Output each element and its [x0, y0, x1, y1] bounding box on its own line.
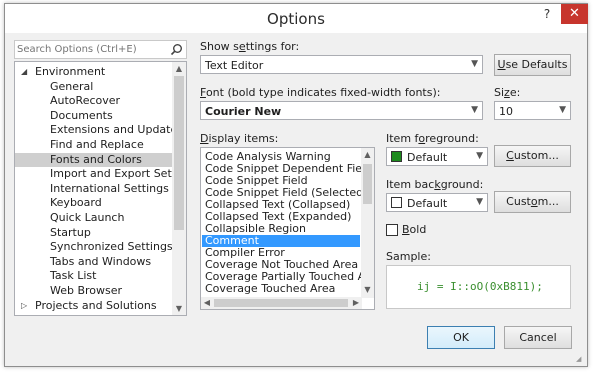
list-vscroll-thumb[interactable] [363, 164, 372, 204]
tree-item[interactable]: Tabs and Windows [15, 255, 173, 270]
close-button[interactable]: ✕ [561, 4, 588, 24]
list-horizontal-scrollbar[interactable]: ◀ ▶ [201, 297, 362, 309]
title-bar[interactable]: Options ? ✕ [5, 4, 588, 34]
options-dialog: Options ? ✕ ◢ EnvironmentGeneralAutoRecov… [4, 3, 588, 367]
show-settings-combo[interactable]: Text Editor ▼ [200, 55, 483, 74]
foreground-color-swatch [391, 151, 402, 162]
tree-item-label: Find and Replace [50, 138, 144, 151]
collapse-arrow-icon[interactable]: ◢ [21, 65, 27, 80]
sample-text: ij = I::oO(0xB811); [417, 280, 543, 293]
tree-item[interactable]: Fonts and Colors [15, 152, 173, 168]
background-color-swatch [391, 197, 402, 208]
search-icon[interactable] [170, 43, 183, 56]
foreground-custom-button[interactable]: Custom... [494, 145, 571, 167]
expand-arrow-icon[interactable]: ▷ [21, 299, 27, 314]
item-foreground-value: Default [407, 151, 448, 164]
tree-item-label: Import and Export Settings [50, 167, 187, 181]
scroll-down-icon[interactable]: ▼ [172, 304, 186, 313]
tree-item-label: Documents [50, 108, 113, 122]
chevron-down-icon[interactable]: ▼ [476, 197, 483, 207]
font-label: Font (bold type indicates fixed-width fo… [200, 86, 441, 99]
tree-item-label: Tabs and Windows [50, 254, 152, 268]
size-combo[interactable]: 10 ▼ [494, 101, 571, 120]
tree-scrollbar[interactable]: ▲ ▼ [172, 62, 186, 315]
tree-item-label: Web Browser [50, 284, 123, 297]
chevron-down-icon[interactable]: ▼ [476, 151, 483, 161]
size-label: Size: [494, 86, 521, 99]
item-background-combo[interactable]: Default ▼ [386, 193, 488, 212]
show-settings-value: Text Editor [205, 59, 264, 72]
chevron-down-icon[interactable]: ▼ [559, 105, 566, 115]
tree-item-label: Startup [50, 225, 91, 239]
font-combo[interactable]: Courier New ▼ [200, 101, 483, 120]
tree-item[interactable]: AutoRecover [15, 94, 173, 109]
tree-item[interactable]: Quick Launch [15, 211, 173, 226]
search-input-box[interactable] [14, 40, 187, 59]
resize-grip-icon[interactable]: ◢ [576, 355, 584, 363]
sample-preview: ij = I::oO(0xB811); [386, 265, 571, 309]
tree-item-label: Projects and Solutions [35, 298, 157, 312]
font-value: Courier New [205, 105, 282, 118]
item-foreground-label: Item foreground: [386, 132, 479, 145]
tree-scroll-thumb[interactable] [174, 76, 184, 230]
ok-button[interactable]: OK [427, 326, 495, 349]
background-custom-button[interactable]: Custom... [494, 191, 571, 213]
tree-item-label: Task List [50, 269, 97, 283]
list-hscroll-thumb[interactable] [214, 299, 348, 307]
options-tree[interactable]: ◢ Environment General AutoRecover Documents E… [14, 61, 187, 316]
chevron-down-icon[interactable]: ▼ [471, 59, 478, 69]
display-items-list[interactable]: Code Analysis Warning Code Snippet Depend… [200, 147, 375, 310]
list-vertical-scrollbar[interactable]: ▲ ▼ [361, 148, 374, 298]
tree-item[interactable]: Task List [15, 269, 173, 284]
item-background-value: Default [407, 197, 448, 210]
scroll-left-icon[interactable]: ◀ [203, 298, 211, 307]
tree-item[interactable]: Import and Export Settings [15, 167, 186, 182]
scroll-down-icon[interactable]: ▼ [361, 285, 374, 294]
tree-item[interactable]: Find and Replace [15, 138, 173, 153]
tree-item[interactable]: Keyboard [15, 196, 173, 211]
tree-item[interactable]: Extensions and Updates [15, 123, 183, 138]
tree-item-label: AutoRecover [50, 94, 121, 108]
tree-item-label: Synchronized Settings [50, 240, 173, 254]
tree-item[interactable]: International Settings [15, 182, 173, 197]
tree-item[interactable]: General [15, 80, 173, 95]
tree-item[interactable]: ◢ Environment [15, 65, 173, 80]
tree-item-label: Fonts and Colors [50, 152, 142, 166]
scroll-up-icon[interactable]: ▲ [172, 64, 186, 73]
tree-item-label: General [50, 79, 94, 93]
tree-item[interactable]: Documents [15, 109, 173, 124]
size-value: 10 [499, 105, 513, 118]
scroll-up-icon[interactable]: ▲ [361, 150, 374, 159]
use-defaults-button[interactable]: Use Defaults [494, 54, 571, 76]
display-item[interactable]: Coverage Touched Area [202, 283, 360, 295]
tree-item-label: Keyboard [50, 196, 102, 210]
tree-item[interactable]: ▷ Projects and Solutions [15, 299, 173, 314]
tree-item[interactable]: Synchronized Settings [15, 240, 173, 255]
item-background-label: Item background: [386, 178, 484, 191]
cancel-button[interactable]: Cancel [504, 326, 572, 349]
tree-item-label: Extensions and Updates [50, 123, 183, 137]
tree-item[interactable]: Startup [15, 226, 173, 241]
help-button[interactable]: ? [534, 4, 560, 24]
show-settings-label: Show settings for: [200, 40, 300, 53]
chevron-down-icon[interactable]: ▼ [471, 105, 478, 115]
search-input[interactable] [17, 42, 167, 57]
item-foreground-combo[interactable]: Default ▼ [386, 147, 488, 166]
bold-checkbox[interactable] [386, 224, 398, 236]
sample-label: Sample: [386, 250, 431, 263]
tree-item-label: Quick Launch [50, 211, 125, 224]
window-title: Options [267, 10, 325, 28]
tree-item-label: Environment [35, 65, 106, 78]
display-items-label: Display items: [200, 132, 279, 145]
tree-item-label: International Settings [50, 181, 169, 195]
tree-item[interactable]: Web Browser [15, 284, 173, 299]
bold-label[interactable]: Bold [402, 223, 426, 236]
scroll-right-icon[interactable]: ▶ [352, 298, 360, 307]
